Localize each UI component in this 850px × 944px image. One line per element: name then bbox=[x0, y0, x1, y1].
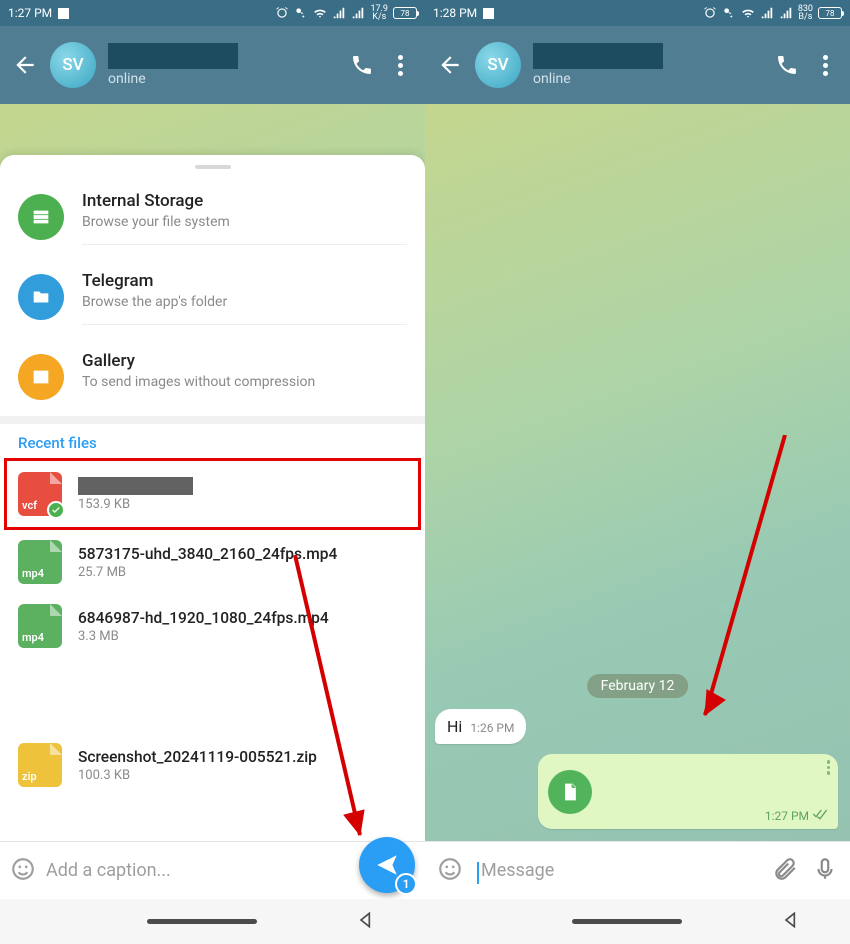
signal-icon-2 bbox=[779, 6, 793, 20]
file-name: 5873175-uhd_3840_2160_24fps.mp4 bbox=[78, 545, 407, 563]
document-icon[interactable] bbox=[548, 770, 592, 814]
emoji-button[interactable] bbox=[10, 856, 36, 886]
source-gallery[interactable]: Gallery To send images without compressio… bbox=[0, 337, 425, 416]
file-row-vcf[interactable]: vcf 153.9 KB bbox=[0, 458, 425, 530]
send-count-badge: 1 bbox=[395, 873, 417, 895]
avatar[interactable]: SV bbox=[50, 42, 96, 88]
signal-icon-2 bbox=[351, 6, 365, 20]
file-name-redacted bbox=[78, 477, 193, 495]
call-button[interactable] bbox=[774, 52, 800, 78]
clock: 1:28 PM bbox=[433, 6, 477, 20]
nav-back[interactable] bbox=[781, 910, 801, 934]
battery-icon: 78 bbox=[818, 7, 842, 19]
message-bar[interactable]: Message bbox=[425, 841, 850, 899]
gallery-icon bbox=[18, 354, 64, 400]
attach-button[interactable] bbox=[772, 856, 798, 886]
alarm-icon bbox=[703, 6, 717, 20]
mic-button[interactable] bbox=[812, 856, 838, 886]
file-row[interactable]: zip Screenshot_20241119-005521.zip 100.3 … bbox=[0, 733, 425, 797]
caption-bar[interactable]: Add a caption... 1 bbox=[0, 841, 425, 899]
message-text: Hi bbox=[447, 717, 462, 736]
source-title: Telegram bbox=[82, 271, 407, 291]
key-icon bbox=[294, 6, 308, 20]
file-icon-zip: zip bbox=[18, 743, 62, 787]
read-ticks-icon bbox=[812, 808, 828, 823]
back-button[interactable] bbox=[12, 52, 38, 78]
nav-home[interactable] bbox=[147, 919, 257, 924]
source-title: Internal Storage bbox=[82, 191, 407, 211]
alarm-icon bbox=[275, 6, 289, 20]
contact-status: online bbox=[533, 71, 762, 87]
avatar[interactable]: SV bbox=[475, 42, 521, 88]
incoming-message[interactable]: Hi 1:26 PM bbox=[435, 709, 526, 744]
net-speed: 17.9K/s bbox=[370, 5, 388, 21]
chat-title-area[interactable]: online bbox=[108, 43, 337, 87]
sheet-handle[interactable] bbox=[195, 165, 231, 169]
battery-icon: 78 bbox=[393, 7, 417, 19]
contact-name-redacted bbox=[533, 43, 663, 69]
back-button[interactable] bbox=[437, 52, 463, 78]
more-button[interactable] bbox=[812, 52, 838, 78]
clock: 1:27 PM bbox=[8, 6, 52, 20]
chat-title-area[interactable]: online bbox=[533, 43, 762, 87]
folder-icon bbox=[18, 274, 64, 320]
wifi-icon bbox=[313, 6, 327, 20]
file-name: Screenshot_20241119-005521.zip bbox=[78, 748, 407, 766]
source-sub: Browse the app's folder bbox=[82, 294, 407, 310]
file-name: 6846987-hd_1920_1080_24fps.mp4 bbox=[78, 609, 407, 627]
contact-status: online bbox=[108, 71, 337, 87]
nav-back[interactable] bbox=[356, 910, 376, 934]
chat-header: SV online bbox=[425, 26, 850, 104]
date-chip: February 12 bbox=[587, 674, 689, 698]
file-picker-sheet: Internal StorageBrowse your file system … bbox=[0, 155, 425, 899]
nav-bar bbox=[425, 899, 850, 944]
screenshot-left: 1:27 PM 17.9K/s 78 SV online Internal St… bbox=[0, 0, 425, 944]
source-internal-storage[interactable]: Internal Storage Browse your file system bbox=[0, 177, 425, 257]
file-icon-vcf: vcf bbox=[18, 472, 62, 516]
notification-icon bbox=[483, 8, 494, 19]
wifi-icon bbox=[741, 6, 755, 20]
more-button[interactable] bbox=[387, 52, 413, 78]
selected-check-icon bbox=[47, 501, 65, 519]
nav-bar bbox=[0, 899, 425, 944]
file-size: 153.9 KB bbox=[78, 497, 407, 512]
net-speed: 830B/s bbox=[798, 5, 813, 21]
source-sub: To send images without compression bbox=[82, 374, 407, 390]
call-button[interactable] bbox=[349, 52, 375, 78]
message-time: 1:26 PM bbox=[470, 721, 514, 735]
status-bar: 1:28 PM 830B/s 78 bbox=[425, 0, 850, 26]
message-menu-icon[interactable] bbox=[827, 760, 831, 775]
outgoing-file-message[interactable]: 1:27 PM bbox=[538, 754, 838, 829]
chat-header: SV online bbox=[0, 26, 425, 104]
file-icon-mp4: mp4 bbox=[18, 604, 62, 648]
notification-icon bbox=[58, 8, 69, 19]
file-row[interactable]: mp4 5873175-uhd_3840_2160_24fps.mp4 25.7 … bbox=[0, 530, 425, 594]
emoji-button[interactable] bbox=[437, 856, 463, 886]
file-row[interactable]: mp4 6846987-hd_1920_1080_24fps.mp4 3.3 MB bbox=[0, 594, 425, 658]
send-button[interactable]: 1 bbox=[359, 837, 415, 893]
message-time: 1:27 PM bbox=[765, 808, 828, 823]
file-size: 100.3 KB bbox=[78, 768, 407, 783]
file-icon-mp4: mp4 bbox=[18, 540, 62, 584]
key-icon bbox=[722, 6, 736, 20]
file-size: 25.7 MB bbox=[78, 565, 407, 580]
storage-icon bbox=[18, 194, 64, 240]
source-telegram[interactable]: Telegram Browse the app's folder bbox=[0, 257, 425, 337]
message-input[interactable]: Message bbox=[477, 860, 758, 881]
source-title: Gallery bbox=[82, 351, 407, 371]
screenshot-right: 1:28 PM 830B/s 78 SV online February 12 … bbox=[425, 0, 850, 944]
signal-icon bbox=[760, 6, 774, 20]
chat-area: February 12 Hi 1:26 PM 1:27 PM bbox=[425, 104, 850, 944]
file-size: 3.3 MB bbox=[78, 629, 407, 644]
signal-icon bbox=[332, 6, 346, 20]
contact-name-redacted bbox=[108, 43, 238, 69]
nav-home[interactable] bbox=[572, 919, 682, 924]
recent-files-header: Recent files bbox=[0, 424, 425, 458]
status-bar: 1:27 PM 17.9K/s 78 bbox=[0, 0, 425, 26]
source-sub: Browse your file system bbox=[82, 214, 407, 230]
